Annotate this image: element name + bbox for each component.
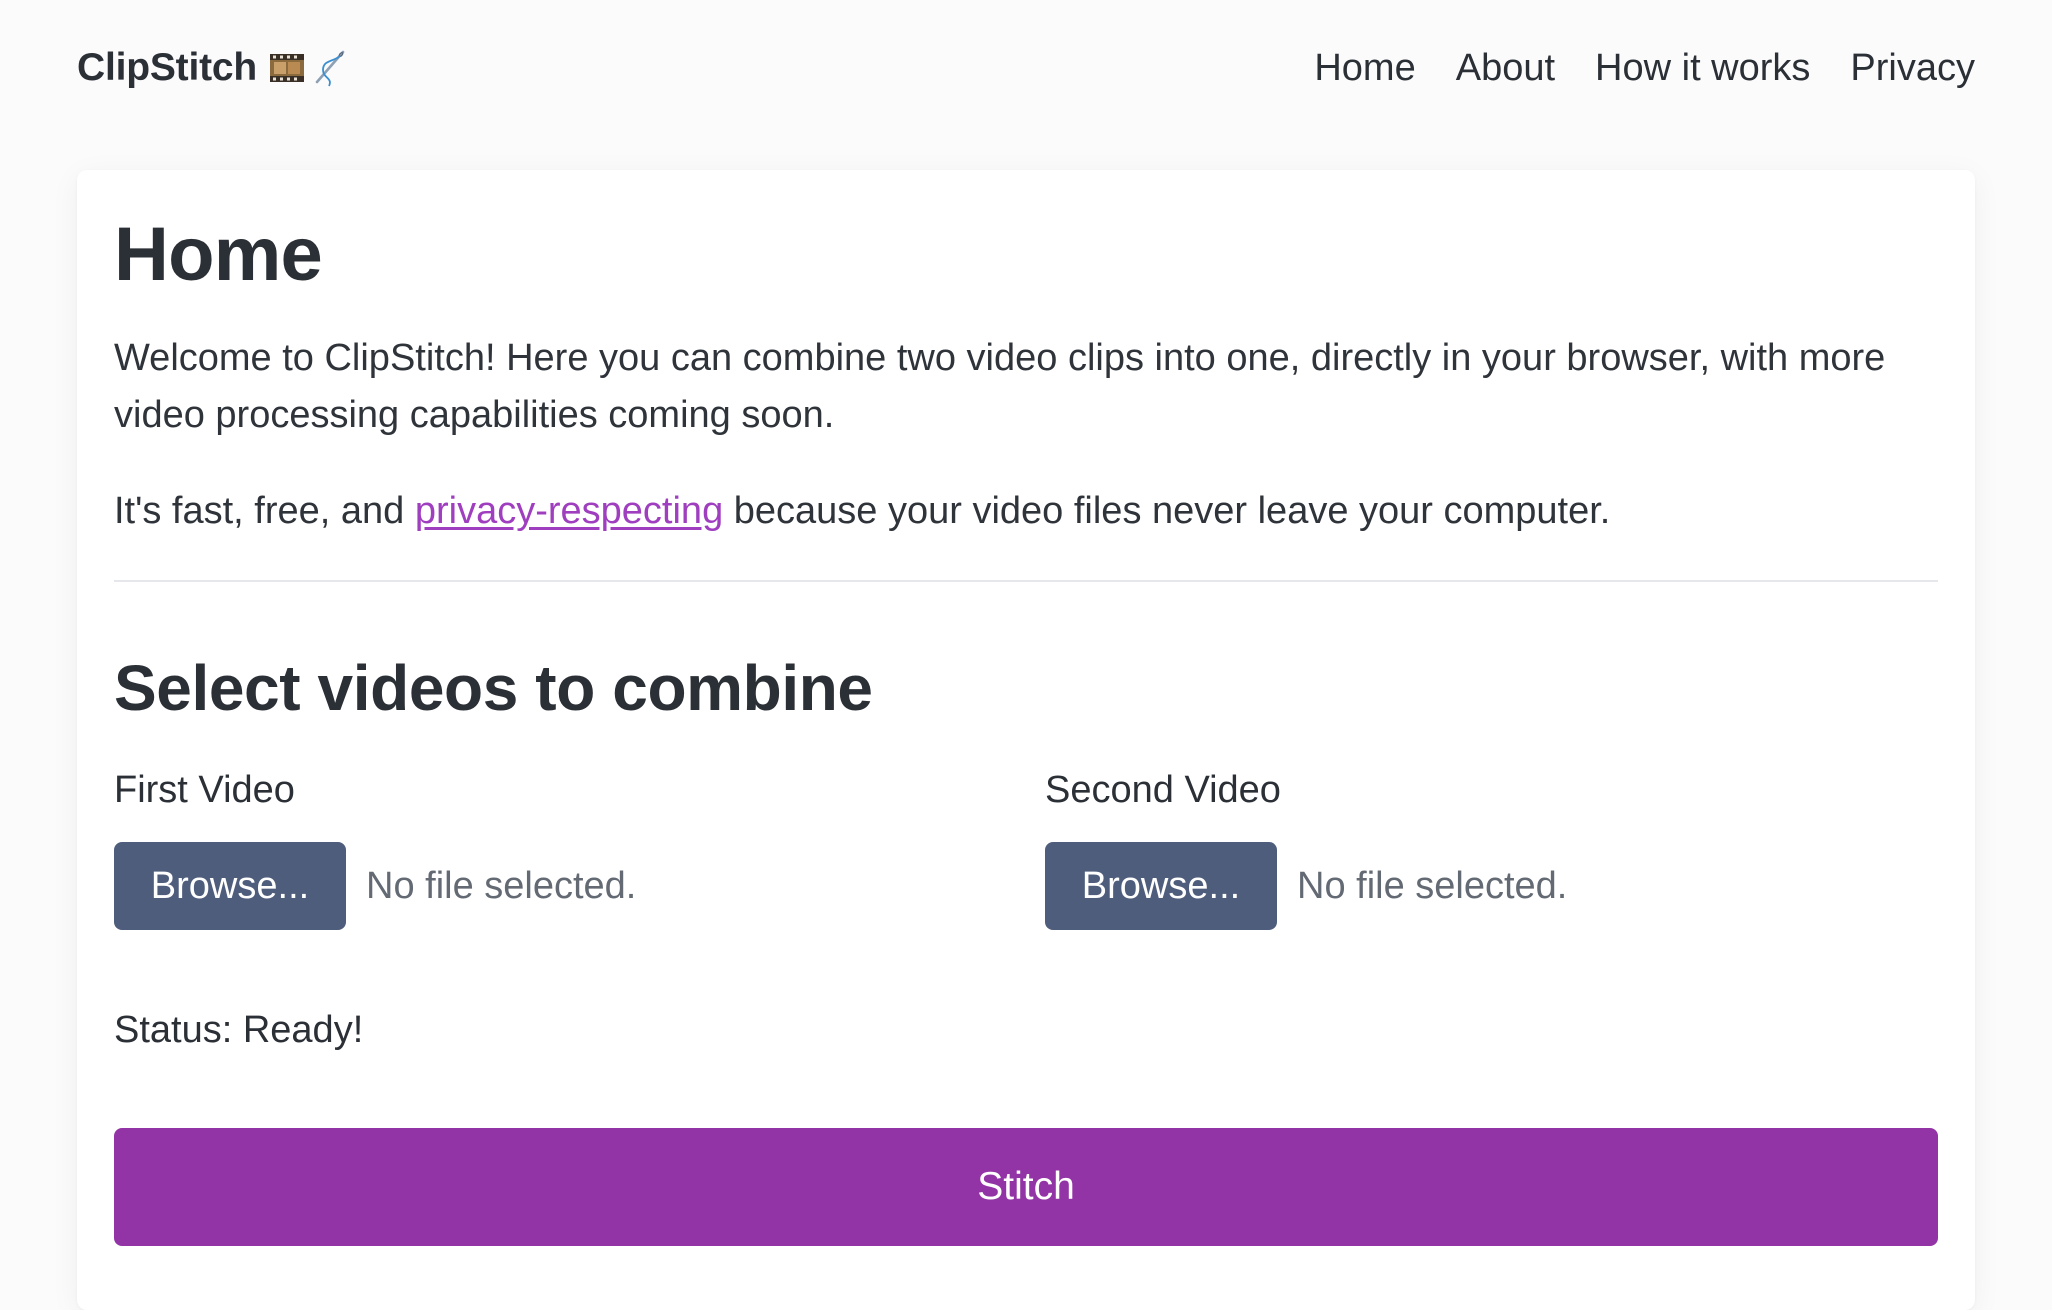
second-video-browse-button[interactable]: Browse... <box>1045 842 1277 930</box>
privacy-respecting-link[interactable]: privacy-respecting <box>415 490 723 532</box>
stitch-button[interactable]: Stitch <box>114 1128 1938 1246</box>
card-content: Home Welcome to ClipStitch! Here you can… <box>114 170 1938 1310</box>
top-navigation-bar: ClipStitch Home About How it works Priva… <box>77 30 1975 106</box>
nav-how-it-works[interactable]: How it works <box>1595 47 1810 90</box>
privacy-suffix: because your video files never leave you… <box>723 490 1611 532</box>
main-nav: Home About How it works Privacy <box>1314 47 1975 90</box>
brand-logo[interactable]: ClipStitch <box>77 46 349 90</box>
privacy-statement: It's fast, free, and privacy-respecting … <box>114 483 1938 540</box>
second-video-label: Second Video <box>1045 769 1281 811</box>
privacy-prefix: It's fast, free, and <box>114 490 415 532</box>
first-video-file-input: Browse... No file selected. <box>114 842 636 930</box>
first-video-browse-button[interactable]: Browse... <box>114 842 346 930</box>
second-video-file-status: No file selected. <box>1297 864 1568 907</box>
film-reel-icon <box>270 54 304 82</box>
brand-icon-group <box>267 48 349 88</box>
status-text: Status: Ready! <box>114 1009 364 1051</box>
section-title: Select videos to combine <box>114 652 873 724</box>
page-title: Home <box>114 212 323 297</box>
nav-home[interactable]: Home <box>1314 47 1415 90</box>
section-divider <box>114 580 1938 582</box>
first-video-file-status: No file selected. <box>366 864 637 907</box>
needle-thread-icon <box>315 50 345 87</box>
brand-name: ClipStitch <box>77 46 257 89</box>
nav-about[interactable]: About <box>1456 47 1555 90</box>
nav-privacy[interactable]: Privacy <box>1850 47 1975 90</box>
intro-text: Welcome to ClipStitch! Here you can comb… <box>114 337 1886 436</box>
main-card: Home Welcome to ClipStitch! Here you can… <box>77 170 1975 1310</box>
second-video-file-input: Browse... No file selected. <box>1045 842 1567 930</box>
first-video-label: First Video <box>114 769 295 811</box>
